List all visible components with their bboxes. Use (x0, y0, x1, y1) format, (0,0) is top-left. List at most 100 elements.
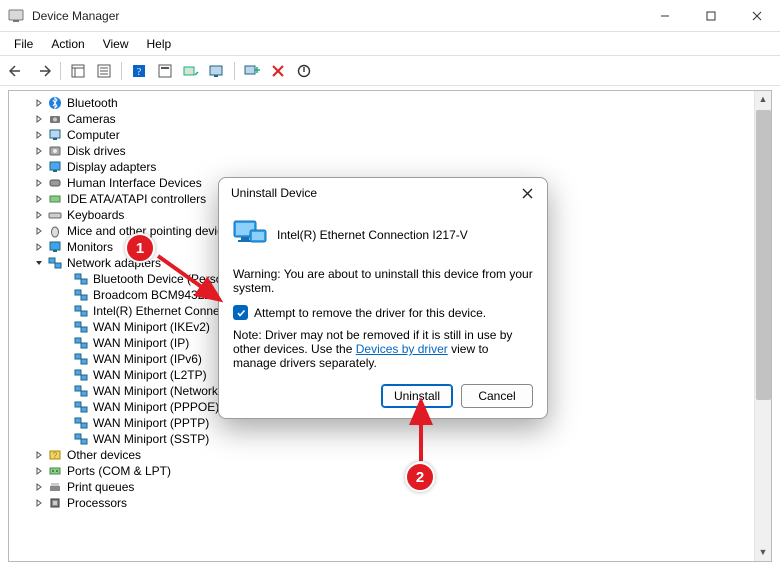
menubar: File Action View Help (0, 32, 780, 56)
tree-category[interactable]: Ports (COM & LPT) (33, 463, 771, 479)
help-button[interactable]: ? (128, 60, 150, 82)
close-button[interactable] (734, 0, 780, 31)
category-label: Other devices (67, 447, 141, 463)
titlebar: Device Manager (0, 0, 780, 32)
category-icon (47, 223, 63, 239)
device-icon (73, 271, 89, 287)
category-label: Human Interface Devices (67, 175, 202, 191)
device-label: WAN Miniport (PPTP) (93, 415, 209, 431)
device-icon (233, 218, 267, 251)
tree-category[interactable]: ? Other devices (33, 447, 771, 463)
category-icon (47, 239, 63, 255)
expander-icon[interactable] (33, 97, 45, 109)
update-driver-button[interactable] (180, 60, 202, 82)
category-icon (47, 95, 63, 111)
tree-category[interactable]: Disk drives (33, 143, 771, 159)
category-icon (47, 495, 63, 511)
uninstall-device-dialog: Uninstall Device Intel(R) Ethernet Conne… (218, 177, 548, 419)
category-label: Bluetooth (67, 95, 118, 111)
expander-icon[interactable] (33, 497, 45, 509)
expander-icon[interactable] (33, 161, 45, 173)
back-button[interactable] (6, 60, 28, 82)
expander-icon[interactable] (33, 465, 45, 477)
minimize-button[interactable] (642, 0, 688, 31)
expander-icon[interactable] (33, 145, 45, 157)
expander-icon[interactable] (33, 193, 45, 205)
device-label: WAN Miniport (PPPOE) (93, 399, 219, 415)
svg-text:?: ? (137, 67, 142, 78)
expander-icon[interactable] (33, 241, 45, 253)
toolbar-separator (234, 62, 235, 80)
window-controls (642, 0, 780, 31)
category-label: Cameras (67, 111, 116, 127)
tree-category[interactable]: Print queues (33, 479, 771, 495)
expander-icon[interactable] (33, 113, 45, 125)
tree-category[interactable]: Cameras (33, 111, 771, 127)
uninstall-device-button[interactable] (267, 60, 289, 82)
enable-device-button[interactable] (241, 60, 263, 82)
tree-category[interactable]: Display adapters (33, 159, 771, 175)
device-icon (73, 287, 89, 303)
tree-category[interactable]: Processors (33, 495, 771, 511)
device-icon (73, 431, 89, 447)
menu-view[interactable]: View (95, 35, 137, 53)
device-label: WAN Miniport (L2TP) (93, 367, 207, 383)
vertical-scrollbar[interactable]: ▲ ▼ (754, 91, 771, 561)
device-label: WAN Miniport (SSTP) (93, 431, 209, 447)
category-icon (47, 159, 63, 175)
uninstall-button[interactable]: Uninstall (381, 384, 453, 408)
category-label: Processors (67, 495, 127, 511)
remove-driver-checkbox[interactable] (233, 305, 248, 320)
tree-device-item[interactable]: WAN Miniport (SSTP) (73, 431, 771, 447)
expander-icon[interactable] (33, 257, 45, 269)
menu-file[interactable]: File (6, 35, 41, 53)
device-label: WAN Miniport (IPv6) (93, 351, 202, 367)
device-label: WAN Miniport (IKEv2) (93, 319, 210, 335)
category-icon (47, 463, 63, 479)
device-icon (73, 351, 89, 367)
category-label: Ports (COM & LPT) (67, 463, 171, 479)
category-icon (47, 255, 63, 271)
menu-action[interactable]: Action (43, 35, 92, 53)
device-icon (73, 319, 89, 335)
category-icon (47, 191, 63, 207)
device-icon (73, 399, 89, 415)
device-label: WAN Miniport (IP) (93, 335, 189, 351)
dialog-close-button[interactable] (515, 181, 539, 205)
properties-button[interactable] (93, 60, 115, 82)
tree-category[interactable]: Bluetooth (33, 95, 771, 111)
window-title: Device Manager (32, 9, 119, 23)
devices-by-driver-link[interactable]: Devices by driver (356, 342, 448, 356)
menu-help[interactable]: Help (139, 35, 180, 53)
dialog-warning-text: Warning: You are about to uninstall this… (233, 267, 533, 295)
category-icon (47, 143, 63, 159)
expander-icon[interactable] (33, 129, 45, 141)
action-button[interactable] (154, 60, 176, 82)
category-icon (47, 111, 63, 127)
expander-icon[interactable] (33, 177, 45, 189)
svg-text:?: ? (53, 451, 58, 460)
disable-device-button[interactable] (293, 60, 315, 82)
category-label: Display adapters (67, 159, 156, 175)
expander-icon[interactable] (33, 225, 45, 237)
toolbar: ? (0, 56, 780, 86)
cancel-button[interactable]: Cancel (461, 384, 533, 408)
scan-hardware-button[interactable] (206, 60, 228, 82)
expander-icon[interactable] (33, 449, 45, 461)
tree-category[interactable]: Computer (33, 127, 771, 143)
device-icon (73, 303, 89, 319)
maximize-button[interactable] (688, 0, 734, 31)
category-icon (47, 175, 63, 191)
app-icon (8, 8, 24, 24)
toolbar-separator (60, 62, 61, 80)
dialog-title: Uninstall Device (231, 186, 317, 200)
device-icon (73, 415, 89, 431)
category-label: Mice and other pointing devices (67, 223, 236, 239)
forward-button[interactable] (32, 60, 54, 82)
annotation-badge-1: 1 (125, 233, 155, 263)
category-label: Monitors (67, 239, 113, 255)
expander-icon[interactable] (33, 209, 45, 221)
show-hide-tree-button[interactable] (67, 60, 89, 82)
device-icon (73, 383, 89, 399)
expander-icon[interactable] (33, 481, 45, 493)
